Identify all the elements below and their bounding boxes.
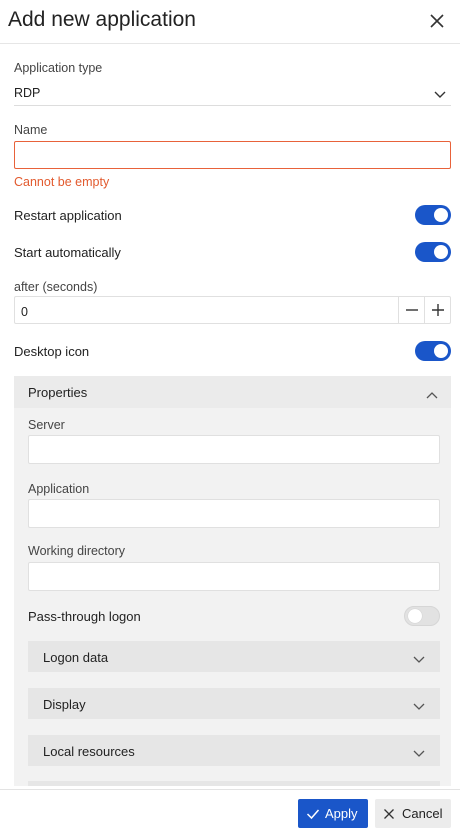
display-section[interactable]: Display xyxy=(28,688,440,719)
chevron-down-icon xyxy=(412,652,426,663)
close-icon xyxy=(383,807,395,819)
app-type-value: RDP xyxy=(14,86,41,100)
name-label: Name xyxy=(14,123,48,137)
local-resources-section[interactable]: Local resources xyxy=(28,735,440,766)
working-directory-input[interactable] xyxy=(28,562,440,591)
cancel-button[interactable]: Cancel xyxy=(375,799,451,828)
properties-panel-header[interactable]: Properties xyxy=(14,376,451,408)
desktop-icon-toggle[interactable] xyxy=(415,341,451,361)
start-automatically-toggle[interactable] xyxy=(415,242,451,262)
display-title: Display xyxy=(43,697,86,712)
local-resources-title: Local resources xyxy=(43,744,135,759)
add-application-dialog: Add new application Application type RDP… xyxy=(0,0,460,833)
name-input[interactable] xyxy=(14,141,451,169)
plus-icon xyxy=(432,304,444,316)
restart-application-label: Restart application xyxy=(14,208,122,223)
application-label: Application xyxy=(28,482,90,496)
pass-through-logon-label: Pass-through logon xyxy=(28,609,141,624)
logon-data-section[interactable]: Logon data xyxy=(28,641,440,672)
properties-panel: Properties Server Application Working di… xyxy=(14,376,451,786)
increment-button[interactable] xyxy=(424,297,450,323)
cancel-label: Cancel xyxy=(402,806,443,821)
apply-button[interactable]: Apply xyxy=(298,799,368,828)
logon-data-title: Logon data xyxy=(43,650,109,665)
checkmark-icon xyxy=(306,807,320,820)
restart-application-toggle[interactable] xyxy=(415,205,451,225)
pass-through-logon-toggle[interactable] xyxy=(404,606,440,626)
working-directory-label: Working directory xyxy=(28,544,126,558)
server-input[interactable] xyxy=(28,435,440,464)
app-type-label: Application type xyxy=(14,61,103,75)
minus-icon xyxy=(406,309,418,311)
next-section-partial xyxy=(28,781,440,786)
properties-title: Properties xyxy=(28,385,88,400)
chevron-down-icon xyxy=(412,746,426,757)
decrement-button[interactable] xyxy=(398,297,424,323)
apply-label: Apply xyxy=(325,806,358,821)
chevron-up-icon xyxy=(425,387,439,399)
application-input[interactable] xyxy=(28,499,440,528)
dialog-title: Add new application xyxy=(8,8,196,31)
server-label: Server xyxy=(28,418,65,432)
desktop-icon-label: Desktop icon xyxy=(14,344,90,359)
app-type-select[interactable]: RDP xyxy=(14,80,451,106)
chevron-down-icon xyxy=(412,699,426,710)
after-seconds-value: 0 xyxy=(21,305,28,319)
after-seconds-stepper[interactable]: 0 xyxy=(14,296,451,324)
start-automatically-label: Start automatically xyxy=(14,245,121,260)
close-icon[interactable] xyxy=(426,10,448,32)
name-error-message: Cannot be empty xyxy=(14,175,110,189)
dialog-footer: Apply Cancel xyxy=(0,789,460,833)
after-seconds-label: after (seconds) xyxy=(14,280,98,294)
chevron-down-icon xyxy=(433,87,447,98)
dialog-header: Add new application xyxy=(0,0,460,44)
